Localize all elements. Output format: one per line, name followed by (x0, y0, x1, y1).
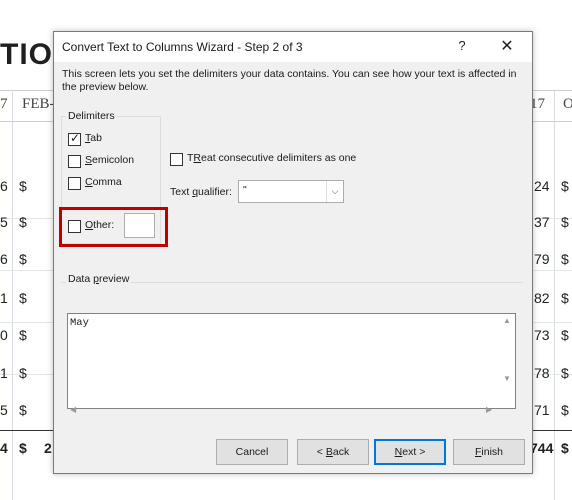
consecutive-delimiters-label: TReat consecutive delimiters as one (187, 152, 357, 164)
currency-symbol: $ (561, 214, 569, 230)
scroll-up-icon[interactable]: ▲ (500, 316, 514, 325)
finish-button[interactable]: Finish (453, 439, 525, 465)
semicolon-checkbox[interactable] (68, 155, 81, 168)
scroll-right-icon[interactable]: ▶ (486, 405, 492, 414)
close-button[interactable]: ✕ (494, 36, 520, 58)
data-preview-box[interactable]: May (67, 313, 516, 409)
semicolon-checkbox-label: Semicolon (85, 154, 135, 166)
cell-value: 0 (0, 327, 8, 343)
cell-value: 6 (0, 251, 8, 267)
cell-value: 37 (534, 214, 550, 230)
currency-symbol: $ (19, 178, 27, 194)
dialog-title: Convert Text to Columns Wizard - Step 2 … (62, 40, 303, 54)
currency-symbol: $ (19, 214, 27, 230)
cell-value: 6 (0, 178, 8, 194)
intro-text: This screen lets you set the delimiters … (62, 68, 517, 93)
next-button[interactable]: Next > (374, 439, 446, 465)
text-qualifier-label: Text qualifier: (170, 186, 232, 198)
cell-value: 79 (534, 251, 550, 267)
back-button[interactable]: < Back (297, 439, 369, 465)
currency-symbol: $ (19, 365, 27, 381)
header-cell: O (563, 96, 572, 112)
cell-value: 4 (0, 440, 8, 456)
cell-value: 744 (530, 440, 554, 456)
help-button[interactable]: ? (452, 38, 472, 56)
currency-symbol: $ (561, 327, 569, 343)
currency-symbol: $ (561, 440, 569, 456)
column-divider (554, 90, 555, 500)
text-qualifier-value: " (243, 184, 247, 196)
checkmark-icon: ✓ (70, 131, 81, 145)
tab-checkbox-label: Tab (85, 132, 102, 144)
vertical-scrollbar[interactable]: ▲ ▼ (500, 314, 514, 388)
currency-symbol: $ (561, 178, 569, 194)
scroll-down-icon[interactable]: ▼ (500, 374, 514, 383)
cell-value: 1 (0, 365, 8, 381)
currency-symbol: $ (561, 402, 569, 418)
cancel-button[interactable]: Cancel (216, 439, 288, 465)
header-cell: 7 (0, 96, 8, 112)
cell-value: 82 (534, 290, 550, 306)
currency-symbol: $ (19, 402, 27, 418)
comma-checkbox[interactable] (68, 177, 81, 190)
data-preview-text: May (70, 317, 89, 329)
data-preview-label: Data preview (66, 273, 132, 285)
cell-value: 1 (0, 290, 8, 306)
tab-checkbox[interactable]: ✓ (68, 131, 81, 146)
consecutive-delimiters-checkbox[interactable] (170, 153, 183, 166)
cell-value: 5 (0, 214, 8, 230)
comma-checkbox-label: Comma (85, 176, 122, 188)
delimiters-group-label: Delimiters (66, 110, 117, 122)
other-highlight-annotation (59, 207, 168, 247)
chevron-down-icon[interactable]: ⌵ (326, 181, 343, 202)
currency-symbol: $ (19, 327, 27, 343)
cell-value: 78 (534, 365, 550, 381)
cell-value: 73 (534, 327, 550, 343)
cell-value: 24 (534, 178, 550, 194)
cell-value: 2 (44, 440, 52, 456)
convert-text-to-columns-dialog: Convert Text to Columns Wizard - Step 2 … (53, 31, 533, 474)
currency-symbol: $ (19, 440, 27, 456)
currency-symbol: $ (561, 290, 569, 306)
text-qualifier-select[interactable]: " ⌵ (238, 180, 344, 203)
currency-symbol: $ (561, 365, 569, 381)
scroll-left-icon[interactable]: ◀ (70, 405, 76, 414)
cell-value: 71 (534, 402, 550, 418)
header-cell: FEB- (22, 96, 55, 112)
dialog-titlebar[interactable]: Convert Text to Columns Wizard - Step 2 … (54, 32, 532, 62)
currency-symbol: $ (19, 290, 27, 306)
cell-value: 5 (0, 402, 8, 418)
column-divider (12, 90, 13, 500)
horizontal-scrollbar[interactable]: ◀ ▶ (68, 405, 500, 419)
currency-symbol: $ (19, 251, 27, 267)
currency-symbol: $ (561, 251, 569, 267)
